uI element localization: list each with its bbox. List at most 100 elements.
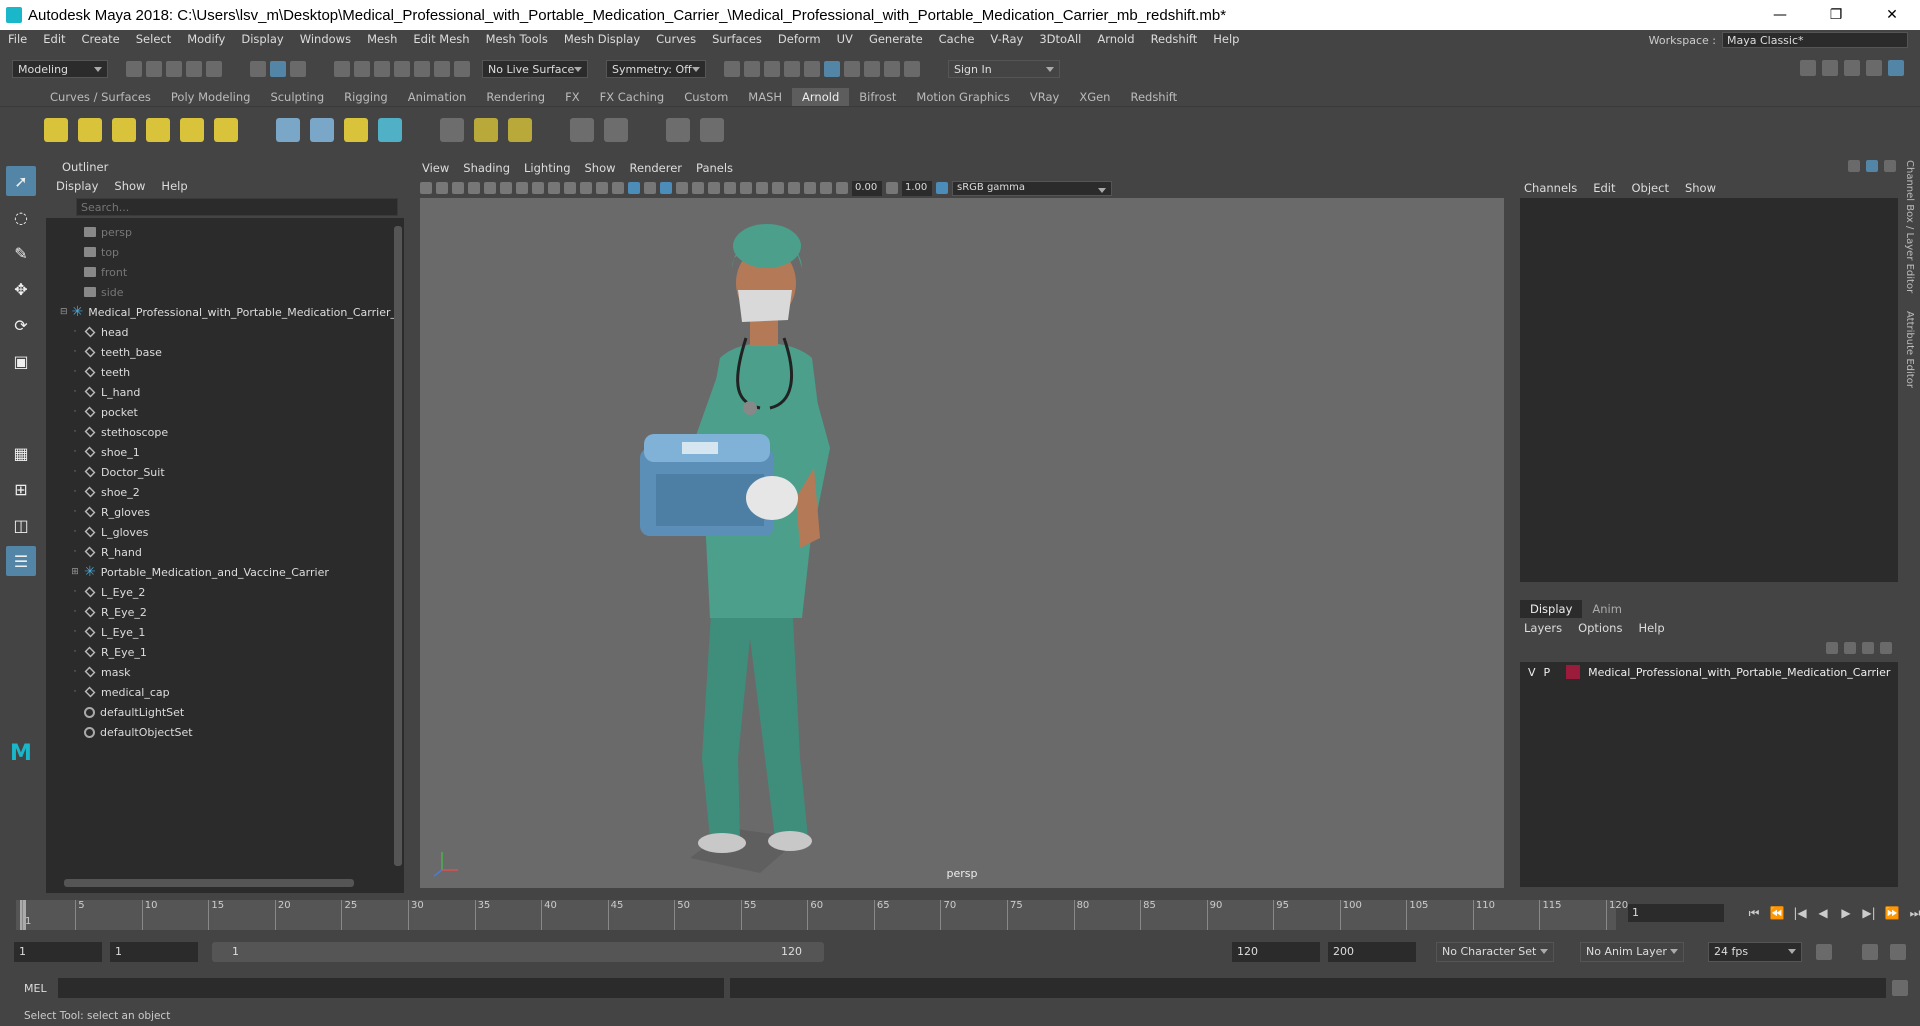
use-all-lights-icon[interactable] xyxy=(692,182,704,194)
shelf-tab-sculpting[interactable]: Sculpting xyxy=(260,88,334,106)
channel-box-menu-show[interactable]: Show xyxy=(1685,181,1716,195)
layer-menu-layers[interactable]: Layers xyxy=(1524,621,1562,635)
menu-set-dropdown[interactable]: Modeling xyxy=(12,60,108,78)
shelf-tab-fx-caching[interactable]: FX Caching xyxy=(590,88,675,106)
playback-start-field[interactable]: 1 xyxy=(110,942,198,962)
shelf-tab-arnold[interactable]: Arnold xyxy=(792,88,850,106)
outliner-search-input[interactable] xyxy=(76,198,398,216)
redshift-render-icon[interactable] xyxy=(864,61,880,77)
shelf-tab-custom[interactable]: Custom xyxy=(674,88,738,106)
outliner-item-top[interactable]: top xyxy=(46,242,388,262)
outliner-item-defaultobjectset[interactable]: defaultObjectSet xyxy=(46,722,388,742)
command-input[interactable] xyxy=(58,978,724,998)
select-object-icon[interactable] xyxy=(270,61,286,77)
go-to-start-icon[interactable]: ⏮ xyxy=(1746,906,1762,921)
hypershade-icon[interactable] xyxy=(824,61,840,77)
outliner-item-r-gloves[interactable]: · R_gloves xyxy=(46,502,388,522)
shelf-tab-curves-surfaces[interactable]: Curves / Surfaces xyxy=(40,88,161,106)
outliner-item-l-gloves[interactable]: · L_gloves xyxy=(46,522,388,542)
pause-icon[interactable] xyxy=(904,61,920,77)
menu-create[interactable]: Create xyxy=(74,32,128,46)
snap-grid-icon[interactable] xyxy=(334,61,350,77)
export-standin-icon[interactable] xyxy=(310,117,334,142)
two-d-pan-zoom-icon[interactable] xyxy=(484,182,496,194)
menu-v-ray[interactable]: V-Ray xyxy=(982,32,1031,46)
layer-tab-anim[interactable]: Anim xyxy=(1582,600,1632,618)
render-view-eye-icon[interactable] xyxy=(666,117,690,142)
open-scene-icon[interactable] xyxy=(146,61,162,77)
snap-edge-icon[interactable] xyxy=(454,61,470,77)
outliner-item-head[interactable]: · head xyxy=(46,322,388,342)
default-material-icon[interactable] xyxy=(644,182,656,194)
exposure-icon[interactable] xyxy=(836,182,848,194)
maximize-button[interactable]: ❐ xyxy=(1808,0,1864,30)
play-backwards-icon[interactable]: ◀ xyxy=(1815,906,1831,920)
animation-preferences-icon[interactable] xyxy=(1890,944,1906,960)
outliner-menu-help[interactable]: Help xyxy=(161,179,187,193)
new-layer-icon[interactable] xyxy=(1862,642,1874,654)
step-back-key-icon[interactable]: ⏪ xyxy=(1769,906,1785,920)
menu-modify[interactable]: Modify xyxy=(179,32,233,46)
channel-box-menu-channels[interactable]: Channels xyxy=(1524,181,1577,195)
menu-cache[interactable]: Cache xyxy=(931,32,983,46)
single-perspective-layout-icon[interactable]: ▦ xyxy=(6,438,36,468)
menu-3dtoall[interactable]: 3DtoAll xyxy=(1031,32,1089,46)
arnold-photometric-light-icon[interactable] xyxy=(112,117,136,142)
outliner-vertical-scrollbar[interactable] xyxy=(394,226,402,866)
render-settings-icon[interactable] xyxy=(804,61,820,77)
resolution-gate-icon[interactable] xyxy=(548,182,560,194)
move-layer-up-icon[interactable] xyxy=(1826,642,1838,654)
move-layer-down-icon[interactable] xyxy=(1844,642,1856,654)
shelf-tab-animation[interactable]: Animation xyxy=(398,88,477,106)
live-surface-field[interactable]: No Live Surface xyxy=(482,60,588,78)
grid-icon[interactable] xyxy=(516,182,528,194)
color-management-icon[interactable] xyxy=(936,182,948,194)
bookmark-icon[interactable] xyxy=(452,182,464,194)
channel-box-toggle-icon[interactable] xyxy=(1848,160,1860,172)
outliner-menu-show[interactable]: Show xyxy=(114,179,145,193)
anti-aliasing-icon[interactable] xyxy=(756,182,768,194)
shelf-tab-mash[interactable]: MASH xyxy=(738,88,792,106)
outliner-item-portable-medication-and-vaccine-carrier[interactable]: ⊞ ✳ Portable_Medication_and_Vaccine_Carrie… xyxy=(46,562,388,582)
range-slider[interactable]: 1 120 xyxy=(212,942,824,962)
shelf-tab-fx[interactable]: FX xyxy=(555,88,590,106)
shelf-tab-vray[interactable]: VRay xyxy=(1020,88,1069,106)
render-view-icon[interactable] xyxy=(844,61,860,77)
render-frame-icon[interactable] xyxy=(744,61,760,77)
viewport-menu-shading[interactable]: Shading xyxy=(463,161,510,175)
outliner-horizontal-scrollbar[interactable] xyxy=(64,879,354,887)
snap-view-icon[interactable] xyxy=(394,61,410,77)
script-language-label[interactable]: MEL xyxy=(0,982,56,995)
layer-row[interactable]: V P Medical_Professional_with_Portable_Med… xyxy=(1520,662,1898,682)
auto-key-icon[interactable] xyxy=(1862,944,1878,960)
menu-select[interactable]: Select xyxy=(128,32,179,46)
current-frame-field[interactable]: 1 xyxy=(1628,904,1724,922)
outliner-layout-icon[interactable]: ☰ xyxy=(6,546,36,576)
scene-start-field[interactable]: 1 xyxy=(14,942,102,962)
menu-mesh-display[interactable]: Mesh Display xyxy=(556,32,648,46)
outliner-item-medical-cap[interactable]: · medical_cap xyxy=(46,682,388,702)
select-hierarchy-icon[interactable] xyxy=(250,61,266,77)
select-tool-icon[interactable]: ➚ xyxy=(6,166,36,196)
lasso-tool-icon[interactable]: ◌ xyxy=(6,202,36,232)
undo-icon[interactable] xyxy=(186,61,202,77)
viewport-menu-panels[interactable]: Panels xyxy=(696,161,733,175)
channel-box-menu-edit[interactable]: Edit xyxy=(1593,181,1615,195)
layer-tab-display[interactable]: Display xyxy=(1520,600,1583,618)
perspective-viewport[interactable]: persp xyxy=(420,198,1504,888)
outliner-item-side[interactable]: side xyxy=(46,282,388,302)
step-forward-frame-icon[interactable]: ▶| xyxy=(1861,906,1877,920)
menu-uv[interactable]: UV xyxy=(829,32,861,46)
menu-display[interactable]: Display xyxy=(233,32,291,46)
go-to-end-icon[interactable]: ⏭ xyxy=(1907,906,1920,921)
menu-edit-mesh[interactable]: Edit Mesh xyxy=(405,32,477,46)
channel-box-menu-object[interactable]: Object xyxy=(1632,181,1669,195)
outliner-item-l-eye-2[interactable]: · L_Eye_2 xyxy=(46,582,388,602)
ipr-render-icon[interactable] xyxy=(784,61,800,77)
select-camera-icon[interactable] xyxy=(420,182,432,194)
shelf-tab-redshift[interactable]: Redshift xyxy=(1120,88,1187,106)
redo-icon[interactable] xyxy=(206,61,222,77)
expand-icon[interactable]: ⊞ xyxy=(70,567,80,577)
paint-select-tool-icon[interactable]: ✎ xyxy=(6,238,36,268)
anim-layer-dropdown[interactable]: No Anim Layer xyxy=(1580,942,1684,962)
